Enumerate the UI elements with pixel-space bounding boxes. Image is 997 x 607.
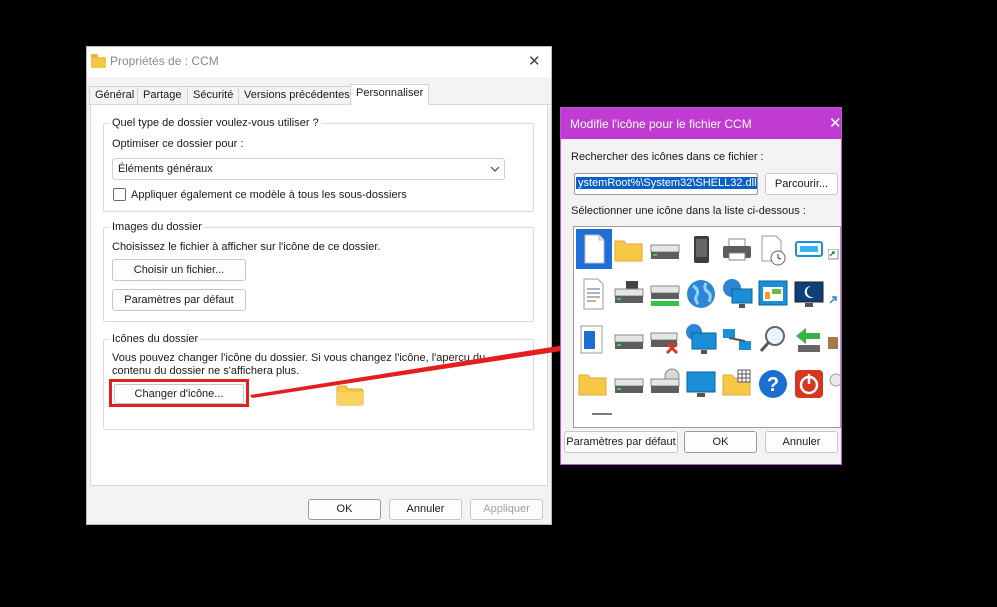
control-panel-icon[interactable] <box>756 277 790 311</box>
change-icon-dialog: Modifie l'icône pour le fichier CCM ✕ Re… <box>560 107 842 465</box>
clock-document-icon[interactable] <box>756 233 790 267</box>
globe-icon[interactable] <box>684 277 718 311</box>
network-computer-icon[interactable] <box>684 323 718 357</box>
printer-icon[interactable] <box>720 233 754 267</box>
recycle-arrow-icon[interactable] <box>792 323 826 357</box>
search-magnifier-icon[interactable] <box>756 323 790 357</box>
restore-default-icon-button[interactable]: Paramètres par défaut <box>564 431 678 453</box>
monitor-icon[interactable] <box>684 367 718 401</box>
ok-button[interactable]: OK <box>684 431 757 453</box>
sleep-moon-icon[interactable] <box>792 277 826 311</box>
network-globe-icon[interactable] <box>720 277 754 311</box>
floppy-drive-icon[interactable] <box>612 277 646 311</box>
icon-file-path-value: ystemRoot%\System32\SHELL32.dll <box>576 177 757 189</box>
icon-list[interactable]: ? <box>573 226 841 428</box>
text-document-icon[interactable] <box>576 277 610 311</box>
light-bulb-icon[interactable] <box>828 367 840 401</box>
dialog-title: Modifie l'icône pour le fichier CCM <box>570 117 752 131</box>
folder-grid-icon[interactable] <box>720 367 754 401</box>
cancel-button[interactable]: Annuler <box>765 431 838 453</box>
cd-drive-icon[interactable] <box>648 367 682 401</box>
shortcut-arrow-icon[interactable] <box>828 295 840 329</box>
svg-text:?: ? <box>767 374 779 396</box>
folder-icon[interactable] <box>576 367 610 401</box>
dialog-title-bar: Modifie l'icône pour le fichier CCM ✕ <box>561 108 842 139</box>
network-drive-icon[interactable] <box>648 277 682 311</box>
help-question-icon[interactable]: ? <box>756 367 790 401</box>
blank-document-icon[interactable] <box>576 229 612 269</box>
close-icon[interactable]: ✕ <box>829 114 842 132</box>
folder-brown-icon[interactable] <box>828 335 840 369</box>
disconnected-drive-icon[interactable] <box>648 323 682 357</box>
drive-icon[interactable] <box>648 233 682 267</box>
mobile-device-icon[interactable] <box>684 233 718 267</box>
horizontal-scrollbar[interactable] <box>592 413 612 415</box>
display-window-icon[interactable] <box>792 233 826 267</box>
drive-icon[interactable] <box>612 367 646 401</box>
network-connections-icon[interactable] <box>720 323 754 357</box>
shortcut-icon[interactable] <box>828 249 840 283</box>
icon-file-path-input[interactable]: ystemRoot%\System32\SHELL32.dll <box>574 173 758 195</box>
drive-icon[interactable] <box>612 323 646 357</box>
annotation-arrow <box>250 312 680 398</box>
browse-button[interactable]: Parcourir... <box>765 173 838 195</box>
search-icons-label: Rechercher des icônes dans ce fichier : <box>571 151 764 163</box>
folder-icon[interactable] <box>612 233 646 267</box>
icon-list-label: Sélectionner une icône dans la liste ci-… <box>571 205 806 217</box>
window-document-icon[interactable] <box>576 323 610 357</box>
power-icon[interactable] <box>792 367 826 401</box>
